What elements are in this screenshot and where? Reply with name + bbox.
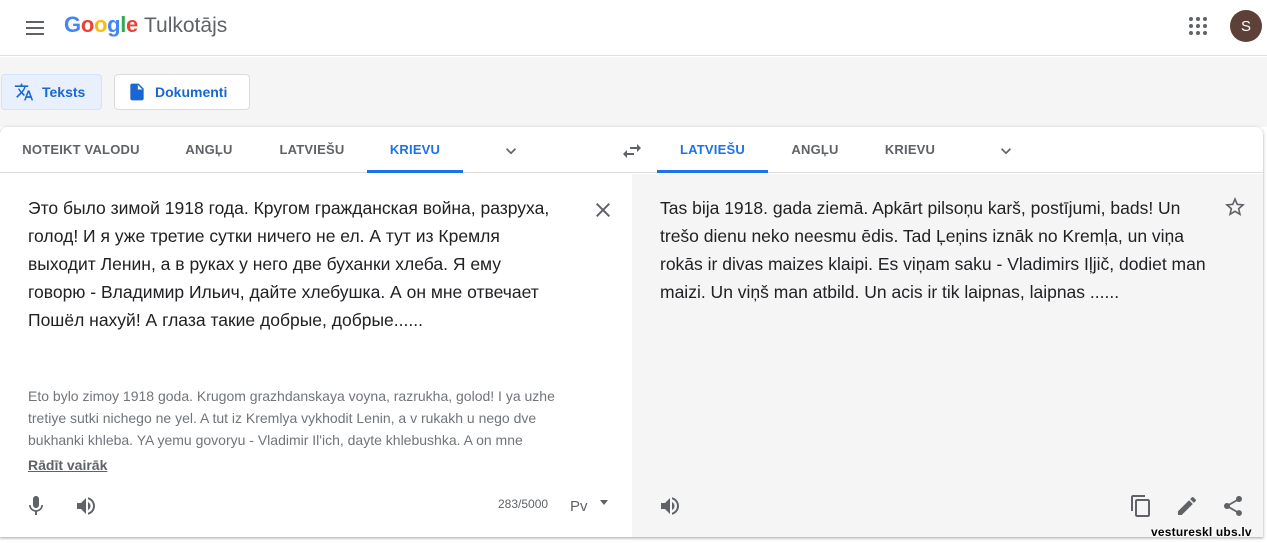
logo-letter: g	[107, 12, 121, 37]
menu-icon-bar	[26, 27, 44, 29]
input-tools-button[interactable]: Рv	[570, 492, 612, 520]
logo-letter: o	[80, 12, 94, 37]
translate-icon	[14, 83, 34, 101]
account-avatar[interactable]: S	[1230, 10, 1262, 42]
apps-grid-button[interactable]	[1186, 14, 1210, 38]
apps-dot	[1196, 31, 1200, 35]
target-panel: Tas bija 1918. gada ziemā. Apkārt pilsoņ…	[632, 174, 1263, 537]
apps-dot	[1203, 17, 1207, 21]
site-watermark: vestureskl ubs.lv	[1151, 525, 1252, 539]
apps-dot	[1189, 17, 1193, 21]
text-mode-button[interactable]: Teksts	[1, 74, 102, 110]
target-tab-latvian[interactable]: LATVIEŠU	[657, 127, 768, 173]
mode-band: Teksts Dokumenti	[0, 57, 1267, 127]
document-icon	[130, 83, 144, 101]
apps-dot	[1196, 24, 1200, 28]
language-bar: NOTEIKT VALODU ANGĻU LATVIEŠU KRIEVU LAT…	[0, 127, 1263, 173]
target-tab-russian[interactable]: KRIEVU	[866, 127, 954, 173]
share-translation-icon[interactable]	[1221, 494, 1245, 518]
source-text-input[interactable]: Это было зимой 1918 года. Кругом граждан…	[28, 194, 580, 334]
translation-card: NOTEIKT VALODU ANGĻU LATVIEŠU KRIEVU LAT…	[0, 127, 1263, 537]
keyboard-glyph: Рv	[570, 497, 588, 515]
show-more-link[interactable]: Rādīt vairāk	[28, 457, 107, 473]
listen-source-speaker-icon[interactable]	[74, 494, 98, 518]
google-translate-logo[interactable]: G o o g l e Tulkotājs	[64, 12, 227, 42]
microphone-icon[interactable]	[24, 494, 48, 518]
suggest-edit-pencil-icon[interactable]	[1175, 494, 1199, 518]
text-mode-label: Teksts	[42, 84, 86, 100]
apps-dot	[1203, 24, 1207, 28]
source-tab-russian[interactable]: KRIEVU	[367, 127, 463, 173]
caret-down-icon	[599, 499, 608, 505]
target-tab-english[interactable]: ANGĻU	[774, 127, 856, 173]
documents-mode-button[interactable]: Dokumenti	[114, 74, 250, 110]
listen-translation-speaker-icon[interactable]	[658, 494, 682, 518]
character-count: 283/5000	[498, 497, 549, 511]
source-tab-english[interactable]: ANGĻU	[170, 127, 248, 173]
clear-source-close-icon[interactable]	[591, 198, 615, 222]
documents-mode-label: Dokumenti	[155, 84, 228, 100]
menu-icon-bar	[26, 33, 44, 35]
target-more-languages-chevron-icon[interactable]	[996, 141, 1016, 161]
transliteration-text: Eto bylo zimoy 1918 goda. Krugom grazhda…	[28, 388, 555, 448]
product-name: Tulkotājs	[143, 14, 228, 37]
apps-dot	[1189, 24, 1193, 28]
apps-dot	[1196, 17, 1200, 21]
translation-output: Tas bija 1918. gada ziemā. Apkārt pilsoņ…	[660, 198, 1206, 302]
copy-translation-icon[interactable]	[1129, 494, 1153, 518]
apps-dot	[1203, 31, 1207, 35]
menu-icon-bar	[26, 21, 44, 23]
logo-letter: e	[126, 12, 138, 37]
main-menu-button[interactable]	[22, 14, 50, 42]
save-translation-star-icon[interactable]	[1223, 195, 1247, 219]
source-more-languages-chevron-icon[interactable]	[501, 141, 521, 161]
app-header: G o o g l e Tulkotājs S	[0, 0, 1267, 56]
source-tab-latvian[interactable]: LATVIEŠU	[266, 127, 358, 173]
logo-letter: o	[93, 12, 108, 37]
swap-languages-icon[interactable]	[620, 139, 644, 163]
source-panel: Это было зимой 1918 года. Кругом граждан…	[0, 174, 632, 537]
source-tab-detect[interactable]: NOTEIKT VALODU	[12, 127, 150, 173]
logo-letter: G	[64, 12, 81, 37]
apps-dot	[1189, 31, 1193, 35]
